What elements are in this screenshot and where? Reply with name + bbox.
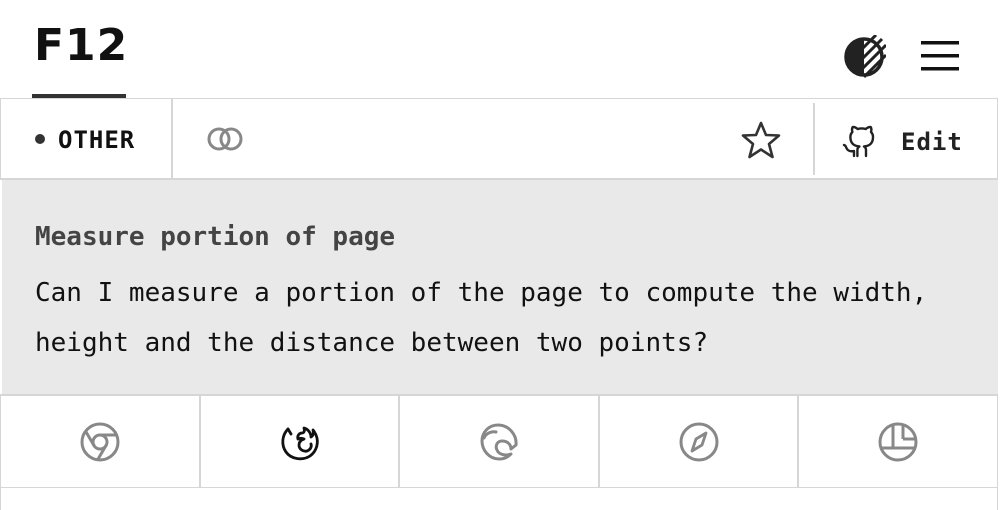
tip-toolbar: OTHER Edit — [0, 98, 998, 180]
polypane-icon — [878, 422, 918, 461]
logo-text: F12 — [34, 20, 129, 71]
theme-toggle-button[interactable] — [842, 35, 886, 79]
browser-tabs — [0, 394, 998, 488]
tab-polypane[interactable] — [799, 396, 997, 487]
tab-chrome[interactable] — [1, 396, 201, 487]
page: F12 OTHER Edit Measure portion of page C… — [0, 0, 1000, 510]
edit-label: Edit — [901, 128, 963, 156]
contrast-icon — [844, 35, 886, 79]
edit-on-github-button[interactable]: Edit — [813, 103, 997, 175]
tab-safari[interactable] — [600, 396, 800, 487]
firefox-icon — [281, 426, 320, 460]
star-icon — [741, 121, 781, 159]
tab-firefox[interactable] — [201, 396, 401, 487]
safari-icon — [679, 422, 719, 461]
site-logo[interactable]: F12 — [32, 18, 129, 98]
category-dot — [35, 134, 45, 144]
favorite-button[interactable] — [740, 119, 782, 161]
category-tag[interactable]: OTHER — [1, 99, 173, 179]
edge-icon — [480, 423, 518, 460]
menu-button[interactable] — [918, 36, 962, 76]
site-header: F12 — [0, 0, 1000, 98]
github-icon — [842, 125, 875, 158]
tip-body: Can I measure a portion of the page to c… — [35, 278, 928, 358]
tip-title: Measure portion of page — [35, 222, 396, 252]
tip-description: Measure portion of page Can I measure a … — [2, 180, 998, 394]
hamburger-menu-icon — [921, 41, 959, 71]
copy-link-button[interactable] — [205, 125, 245, 153]
next-section-edge — [0, 488, 998, 510]
tab-edge[interactable] — [400, 396, 600, 487]
link-icon — [207, 127, 243, 151]
chrome-icon — [80, 422, 120, 461]
category-label: OTHER — [58, 126, 136, 154]
